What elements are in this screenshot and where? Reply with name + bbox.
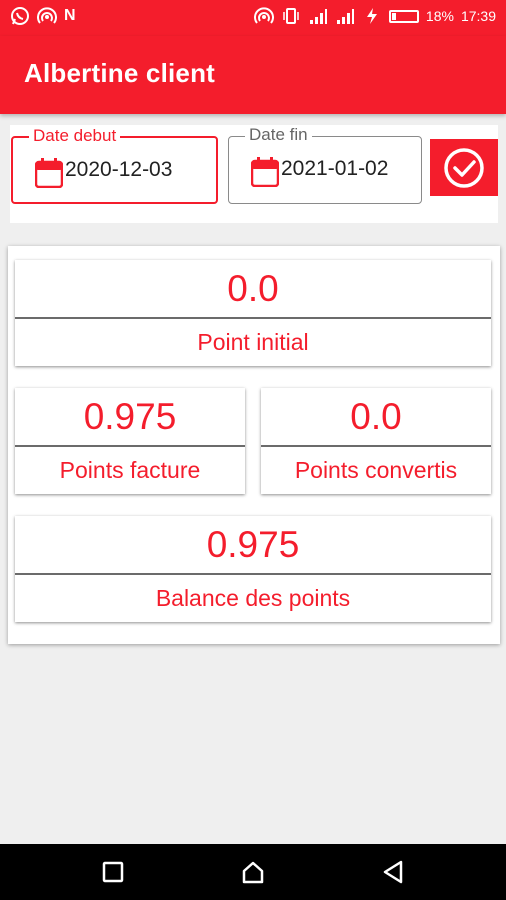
points-convertis-value: 0.0 — [350, 395, 402, 437]
check-circle-icon — [444, 147, 484, 188]
whatsapp-icon — [11, 7, 29, 25]
back-icon — [383, 860, 403, 884]
signal-icon — [309, 9, 327, 24]
back-button[interactable] — [379, 858, 407, 886]
date-fin-value: 2021-01-02 — [281, 157, 389, 180]
status-bar: N 18% 17:39 — [0, 0, 506, 36]
date-debut-value: 2020-12-03 — [65, 158, 173, 181]
date-debut-label: Date debut — [29, 126, 121, 146]
date-fin-field[interactable]: Date fin 2021-01-02 — [228, 125, 422, 204]
points-facture-value: 0.975 — [83, 395, 177, 437]
recents-button[interactable] — [99, 858, 127, 886]
date-fin-label: Date fin — [245, 125, 312, 145]
clock: 17:39 — [460, 8, 496, 24]
calendar-icon[interactable] — [251, 157, 279, 187]
battery-icon — [388, 9, 419, 23]
point-initial-value: 0.0 — [227, 267, 279, 309]
navigation-bar — [0, 844, 506, 900]
hotspot-icon — [253, 7, 274, 24]
points-panel: 0.0 Point initial 0.975 Points facture 0… — [8, 246, 500, 644]
confirm-button[interactable] — [430, 139, 498, 196]
recents-icon — [102, 861, 124, 883]
calendar-icon[interactable] — [35, 158, 63, 188]
app-bar: Albertine client — [0, 36, 506, 114]
notification-letter: N — [64, 7, 76, 24]
point-initial-label: Point initial — [197, 329, 309, 355]
balance-tile: 0.975 Balance des points — [15, 516, 491, 622]
date-filter-card: Date debut 2020-12-03 Date fin 2021-01-0… — [10, 125, 498, 223]
status-right: 18% 17:39 — [253, 6, 496, 26]
home-button[interactable] — [239, 858, 267, 886]
hotspot-icon — [37, 7, 57, 24]
points-facture-label: Points facture — [59, 457, 201, 483]
balance-label: Balance des points — [155, 585, 351, 611]
balance-value: 0.975 — [206, 523, 300, 565]
point-initial-tile: 0.0 Point initial — [15, 260, 491, 366]
signal-icon — [336, 9, 354, 24]
points-convertis-label: Points convertis — [294, 457, 458, 483]
screen: N 18% 17:39 Albertine client Date debut … — [0, 0, 506, 900]
app-title: Albertine client — [24, 58, 216, 88]
battery-percent: 18% — [425, 8, 454, 24]
charging-icon — [366, 8, 377, 24]
home-icon — [242, 861, 264, 884]
date-debut-field[interactable]: Date debut 2020-12-03 — [11, 126, 218, 204]
points-convertis-tile: 0.0 Points convertis — [261, 388, 491, 494]
battery-level — [391, 12, 396, 20]
points-facture-tile: 0.975 Points facture — [15, 388, 245, 494]
status-left: N — [10, 6, 76, 26]
vibrate-icon — [283, 8, 299, 24]
